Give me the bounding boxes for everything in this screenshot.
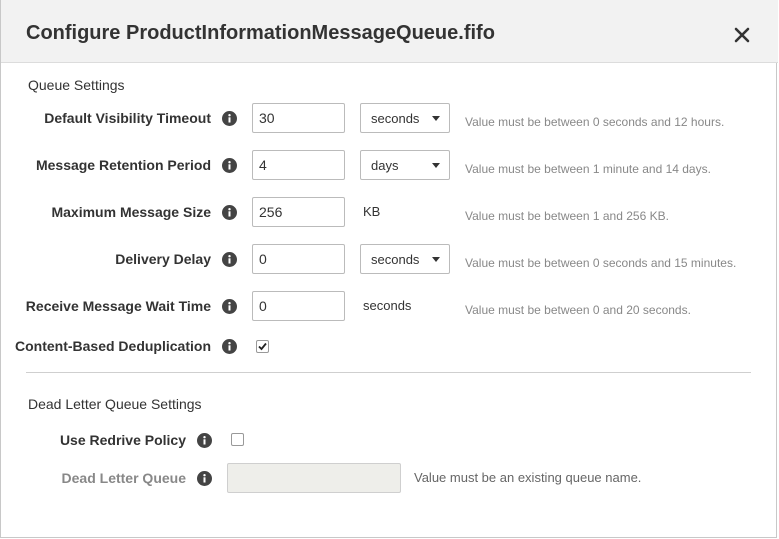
section-divider bbox=[26, 372, 751, 373]
visibility-timeout-unit: seconds bbox=[371, 111, 420, 126]
retention-period-hint: Value must be between 1 minute and 14 da… bbox=[465, 162, 711, 176]
info-icon[interactable] bbox=[197, 471, 212, 486]
delivery-delay-hint: Value must be between 0 seconds and 15 m… bbox=[465, 256, 737, 270]
retention-period-label: Message Retention Period bbox=[35, 157, 211, 173]
content-dedup-label: Content-Based Deduplication bbox=[14, 338, 211, 354]
visibility-timeout-label: Default Visibility Timeout bbox=[44, 110, 211, 126]
visibility-timeout-unit-select[interactable]: seconds bbox=[360, 103, 450, 133]
info-icon[interactable] bbox=[197, 433, 212, 448]
visibility-timeout-hint: Value must be between 0 seconds and 12 h… bbox=[465, 115, 725, 129]
delivery-delay-label: Delivery Delay bbox=[115, 251, 211, 267]
delivery-delay-input[interactable] bbox=[252, 244, 345, 274]
receive-wait-time-hint: Value must be between 0 and 20 seconds. bbox=[465, 303, 691, 317]
retention-period-unit-select[interactable]: days bbox=[360, 150, 450, 180]
chevron-down-icon bbox=[432, 116, 440, 121]
info-icon[interactable] bbox=[222, 158, 237, 173]
info-icon[interactable] bbox=[222, 205, 237, 220]
receive-wait-time-label: Receive Message Wait Time bbox=[25, 298, 211, 314]
max-message-size-unit: KB bbox=[363, 204, 381, 219]
info-icon[interactable] bbox=[222, 299, 237, 314]
info-icon[interactable] bbox=[222, 252, 237, 267]
info-icon[interactable] bbox=[222, 339, 237, 354]
max-message-size-label: Maximum Message Size bbox=[51, 204, 211, 220]
chevron-down-icon bbox=[432, 257, 440, 262]
close-icon[interactable] bbox=[731, 24, 753, 46]
dialog-title: Configure ProductInformationMessageQueue… bbox=[26, 22, 495, 44]
check-icon bbox=[258, 342, 267, 351]
max-message-size-input[interactable] bbox=[252, 197, 345, 227]
max-message-size-hint: Value must be between 1 and 256 KB. bbox=[465, 209, 669, 223]
delivery-delay-unit-select[interactable]: seconds bbox=[360, 244, 450, 274]
delivery-delay-unit: seconds bbox=[371, 252, 420, 267]
retention-period-input[interactable] bbox=[252, 150, 345, 180]
receive-wait-time-input[interactable] bbox=[252, 291, 345, 321]
configure-queue-dialog: Configure ProductInformationMessageQueue… bbox=[0, 0, 778, 538]
dead-letter-settings-title: Dead Letter Queue Settings bbox=[28, 396, 202, 412]
queue-settings-title: Queue Settings bbox=[28, 77, 125, 93]
chevron-down-icon bbox=[432, 163, 440, 168]
visibility-timeout-input[interactable] bbox=[252, 103, 345, 133]
dead-letter-queue-input[interactable] bbox=[227, 463, 401, 493]
receive-wait-time-unit: seconds bbox=[363, 298, 412, 313]
content-dedup-checkbox[interactable] bbox=[256, 340, 269, 353]
retention-period-unit: days bbox=[371, 158, 399, 173]
dead-letter-queue-label: Dead Letter Queue bbox=[61, 470, 186, 486]
use-redrive-checkbox[interactable] bbox=[231, 433, 244, 446]
dialog-header: Configure ProductInformationMessageQueue… bbox=[1, 0, 778, 63]
use-redrive-label: Use Redrive Policy bbox=[59, 432, 186, 448]
dead-letter-queue-hint: Value must be an existing queue name. bbox=[414, 470, 642, 485]
info-icon[interactable] bbox=[222, 111, 237, 126]
